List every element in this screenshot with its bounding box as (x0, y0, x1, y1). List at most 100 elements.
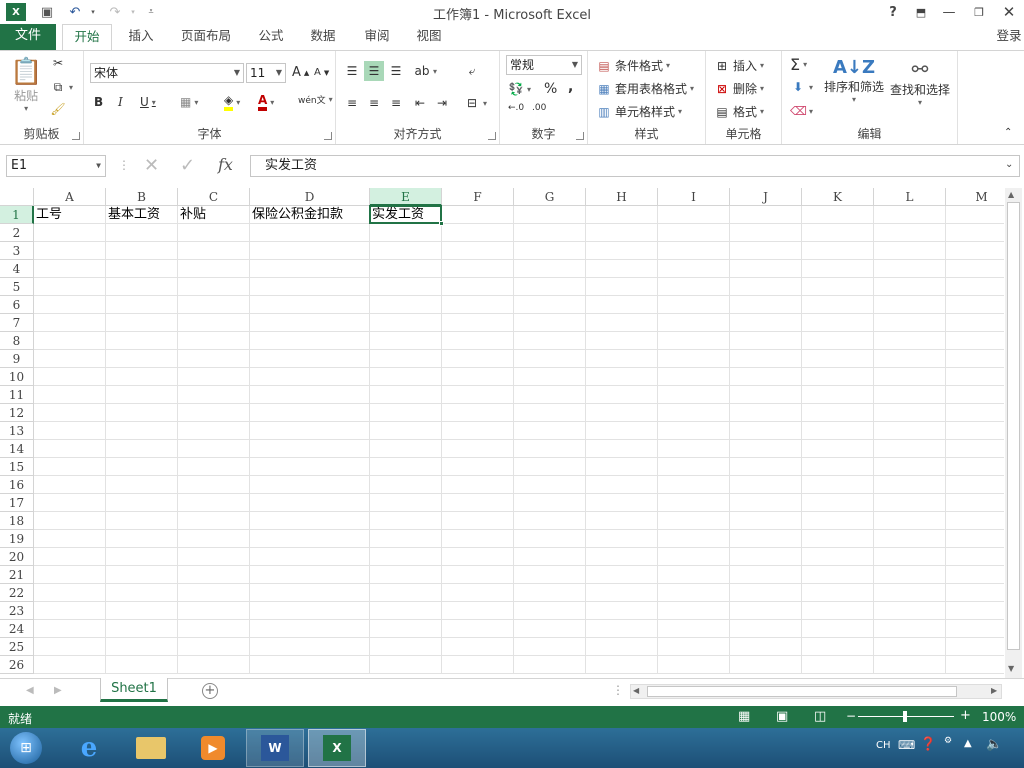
cell-b6[interactable] (106, 296, 178, 314)
scroll-left-icon[interactable]: ◀ (633, 686, 639, 695)
taskbar-explorer[interactable] (122, 729, 180, 767)
cell-c11[interactable] (178, 386, 250, 404)
cell-f17[interactable] (442, 494, 514, 512)
cell-m19[interactable] (946, 530, 1004, 548)
cell-c13[interactable] (178, 422, 250, 440)
add-sheet-icon[interactable]: + (202, 683, 218, 699)
cell-j19[interactable] (730, 530, 802, 548)
cell-d18[interactable] (250, 512, 370, 530)
row-header-5[interactable]: 5 (0, 278, 34, 296)
cell-h1[interactable] (586, 206, 658, 224)
cell-j10[interactable] (730, 368, 802, 386)
cell-e7[interactable] (370, 314, 442, 332)
cell-j8[interactable] (730, 332, 802, 350)
column-header-e[interactable]: E (370, 188, 442, 206)
cell-g12[interactable] (514, 404, 586, 422)
cell-i18[interactable] (658, 512, 730, 530)
cell-f15[interactable] (442, 458, 514, 476)
cell-a10[interactable] (34, 368, 106, 386)
cell-l12[interactable] (874, 404, 946, 422)
delete-cells-button[interactable]: ⊠ 删除 ▾ (714, 80, 764, 97)
page-break-view-icon[interactable]: ◫ (814, 709, 826, 724)
cell-a3[interactable] (34, 242, 106, 260)
percent-button[interactable]: % (544, 81, 557, 97)
cell-i23[interactable] (658, 602, 730, 620)
cell-i10[interactable] (658, 368, 730, 386)
start-button[interactable]: ⊞ (0, 729, 52, 767)
cell-j7[interactable] (730, 314, 802, 332)
cell-g5[interactable] (514, 278, 586, 296)
cell-b1[interactable]: 基本工资 (106, 206, 178, 224)
cell-i4[interactable] (658, 260, 730, 278)
minimize-icon[interactable]: — (938, 2, 960, 22)
cell-k20[interactable] (802, 548, 874, 566)
zoom-out-icon[interactable]: − (846, 709, 856, 723)
cell-e14[interactable] (370, 440, 442, 458)
cell-k15[interactable] (802, 458, 874, 476)
cell-i22[interactable] (658, 584, 730, 602)
decrease-decimal-button[interactable]: .00 (532, 103, 546, 113)
cell-e4[interactable] (370, 260, 442, 278)
cell-j17[interactable] (730, 494, 802, 512)
cell-m4[interactable] (946, 260, 1004, 278)
cell-i9[interactable] (658, 350, 730, 368)
cell-a7[interactable] (34, 314, 106, 332)
cell-b26[interactable] (106, 656, 178, 674)
cell-m2[interactable] (946, 224, 1004, 242)
cell-j11[interactable] (730, 386, 802, 404)
cell-c6[interactable] (178, 296, 250, 314)
cell-d7[interactable] (250, 314, 370, 332)
taskbar-excel[interactable]: X (308, 729, 366, 767)
cell-l15[interactable] (874, 458, 946, 476)
cell-g8[interactable] (514, 332, 586, 350)
cell-h4[interactable] (586, 260, 658, 278)
row-header-20[interactable]: 20 (0, 548, 34, 566)
cell-a2[interactable] (34, 224, 106, 242)
cell-i5[interactable] (658, 278, 730, 296)
cell-d16[interactable] (250, 476, 370, 494)
cell-j26[interactable] (730, 656, 802, 674)
cell-c20[interactable] (178, 548, 250, 566)
cell-styles-button[interactable]: ▥ 单元格样式 ▾ (596, 103, 682, 120)
cell-f9[interactable] (442, 350, 514, 368)
cell-c23[interactable] (178, 602, 250, 620)
cell-f13[interactable] (442, 422, 514, 440)
row-header-12[interactable]: 12 (0, 404, 34, 422)
copy-button[interactable]: ⧉ ▾ (50, 79, 73, 95)
tab-home[interactable]: 开始 (62, 24, 112, 51)
tab-data[interactable]: 数据 (304, 24, 342, 50)
cell-d22[interactable] (250, 584, 370, 602)
cell-m21[interactable] (946, 566, 1004, 584)
row-header-4[interactable]: 4 (0, 260, 34, 278)
cell-l16[interactable] (874, 476, 946, 494)
row-header-26[interactable]: 26 (0, 656, 34, 674)
cell-g18[interactable] (514, 512, 586, 530)
cell-a26[interactable] (34, 656, 106, 674)
cell-g10[interactable] (514, 368, 586, 386)
cell-f18[interactable] (442, 512, 514, 530)
cell-k2[interactable] (802, 224, 874, 242)
cell-g6[interactable] (514, 296, 586, 314)
splitter-icon[interactable]: ⋮ (118, 158, 130, 172)
cell-m13[interactable] (946, 422, 1004, 440)
align-left-button[interactable]: ≡ (344, 95, 360, 111)
collapse-ribbon-icon[interactable]: ⌃ (1004, 127, 1012, 138)
cell-f14[interactable] (442, 440, 514, 458)
cell-e8[interactable] (370, 332, 442, 350)
row-header-6[interactable]: 6 (0, 296, 34, 314)
cell-k8[interactable] (802, 332, 874, 350)
cell-i3[interactable] (658, 242, 730, 260)
cell-b24[interactable] (106, 620, 178, 638)
cell-l24[interactable] (874, 620, 946, 638)
cell-b14[interactable] (106, 440, 178, 458)
cell-f11[interactable] (442, 386, 514, 404)
cell-c5[interactable] (178, 278, 250, 296)
cell-m18[interactable] (946, 512, 1004, 530)
taskbar-ie[interactable]: e (60, 729, 118, 767)
find-select-button[interactable]: ⚯ 查找和选择 ▾ (890, 57, 950, 107)
cell-d8[interactable] (250, 332, 370, 350)
cell-f22[interactable] (442, 584, 514, 602)
row-header-13[interactable]: 13 (0, 422, 34, 440)
cell-a5[interactable] (34, 278, 106, 296)
tab-file[interactable]: 文件 (0, 24, 56, 50)
